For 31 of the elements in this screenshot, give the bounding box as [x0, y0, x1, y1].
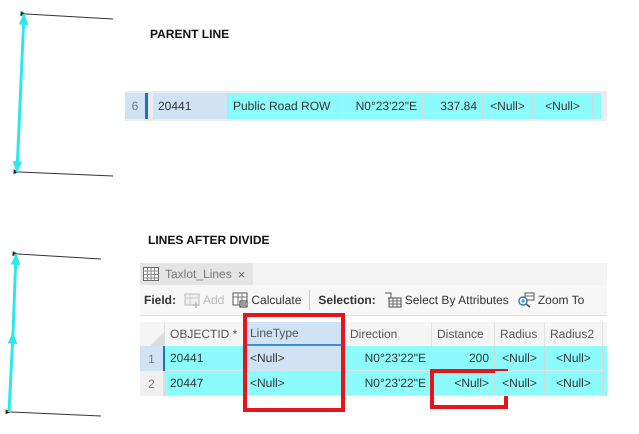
select-table-icon: [384, 292, 402, 308]
add-field-icon: [184, 292, 200, 308]
table-cell: 20441: [165, 346, 245, 371]
table-cell: [593, 93, 601, 119]
section-title: LINES AFTER DIVIDE: [148, 233, 270, 247]
table-cell: 20441: [153, 93, 228, 119]
toolbar-button[interactable]: Calculate: [232, 292, 302, 308]
table-cell: <Null>: [495, 371, 545, 396]
table-cell: <Null>: [483, 93, 533, 119]
table-cell: <Null>: [545, 346, 603, 371]
close-icon[interactable]: ×: [238, 266, 246, 282]
table-cell: 200: [432, 346, 495, 371]
table-cell: 20447: [165, 371, 245, 396]
toolbar-label: Field:: [144, 293, 176, 307]
calculator-icon: [232, 292, 248, 308]
table-cell: <Null>: [545, 371, 603, 396]
table-cell: 337.84: [423, 93, 483, 119]
toolbar-label: Selection:: [318, 293, 376, 307]
table-cell: <Null>: [533, 93, 593, 119]
table-tab[interactable]: Taxlot_Lines ×: [140, 263, 254, 285]
table-icon: [143, 267, 159, 281]
toolbar-button[interactable]: Zoom To: [516, 292, 584, 308]
toolbar-button[interactable]: Select By Attributes: [384, 292, 509, 308]
zoom-icon: [516, 292, 535, 308]
table-cell: Public Road ROW: [228, 93, 338, 119]
section-title: PARENT LINE: [150, 27, 230, 41]
table-cell: N0°23'22"E: [345, 371, 432, 396]
table-cell: <Null>: [495, 346, 545, 371]
row-number[interactable]: 2: [140, 371, 165, 396]
table-cell: N0°23'22"E: [345, 346, 432, 371]
table-cell: N0°23'22"E: [338, 93, 423, 119]
